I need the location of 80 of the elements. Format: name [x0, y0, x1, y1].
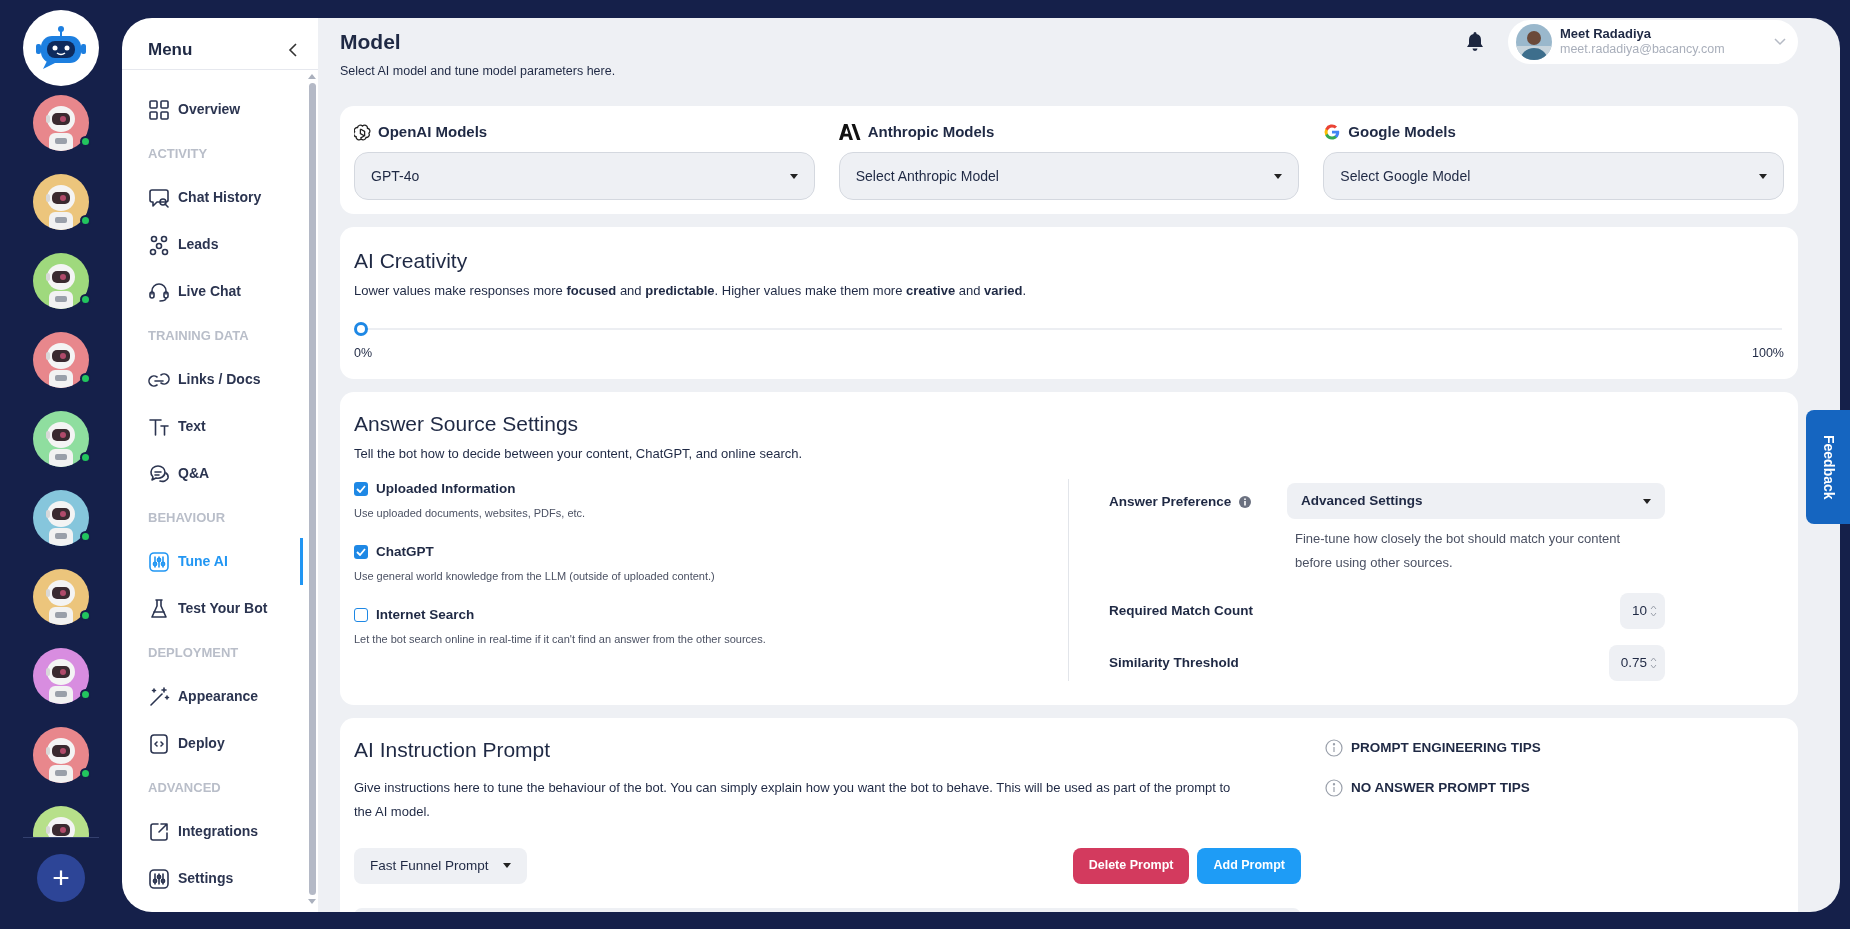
model-select[interactable]: GPT-4o: [354, 152, 815, 201]
user-name: Meet Radadiya: [1560, 27, 1653, 42]
number-field[interactable]: 10: [1619, 593, 1665, 630]
checkbox[interactable]: [354, 607, 368, 622]
menu-title: Menu: [148, 38, 193, 61]
delete-button[interactable]: Delete Prompt: [1072, 847, 1190, 884]
menu-section-heading: BEHAVIOUR: [147, 509, 227, 527]
provider-label: Anthropic Models: [867, 122, 995, 142]
section-description: Give instructions here to tune the behaviour of the bot. You can simply explain how you want the bot to behave. This will be used as part of the prompt to the AI model.: [354, 778, 1232, 821]
provider-label: OpenAI Models: [378, 122, 488, 142]
section-title: AI Creativity: [354, 248, 469, 275]
menu-section-heading: TRAINING DATA: [147, 327, 250, 345]
menu-item[interactable]: Settings: [122, 855, 303, 902]
user-email: meet.radadiya@bacancy.com: [1560, 41, 1726, 57]
section-title: AI Instruction Prompt: [354, 737, 552, 764]
menu-item[interactable]: Appearance: [122, 673, 303, 720]
notification-bell-icon[interactable]: [1466, 31, 1484, 51]
code-file-icon: [148, 732, 170, 755]
info-icon: [1325, 739, 1343, 758]
section-description: Lower values make responses more focused and predictable. Higher values make them more creative and varied.: [354, 281, 1028, 300]
menu-item[interactable]: Live Chat: [122, 268, 303, 315]
knot-icon: [354, 123, 371, 141]
help-text: Use uploaded documents, websites, PDFs, etc.: [354, 506, 587, 522]
slider-min-label: 0%: [354, 345, 373, 363]
headset-icon: [148, 280, 170, 303]
grid-icon: [148, 98, 170, 121]
menu-item[interactable]: Links / Docs: [122, 356, 303, 403]
feedback-tab[interactable]: Feedback: [1806, 410, 1850, 524]
menu-item[interactable]: Integrations: [122, 808, 303, 855]
section-description: Tell the bot how to decide between your content, ChatGPT, and online search.: [354, 444, 804, 463]
people-icon: [148, 233, 170, 256]
field-label: Answer Preference: [1109, 493, 1232, 511]
page-title: Model: [340, 29, 402, 55]
page-subtitle: Select AI model and tune model parameters here.: [340, 62, 616, 80]
checkbox-label: Uploaded Information: [376, 480, 516, 498]
prompt-select[interactable]: Fast Funnel Prompt: [354, 847, 527, 884]
field-label: Similarity Threshold: [1109, 653, 1240, 672]
menu-item[interactable]: Chat History: [122, 174, 303, 221]
number-field[interactable]: 0.75: [1608, 645, 1665, 682]
help-text: Let the bot search online in real-time if it can't find an answer from the other sources.: [354, 631, 767, 647]
menu-section-heading: DEPLOYMENT: [147, 644, 240, 662]
tips-link[interactable]: NO ANSWER PROMPT TIPS: [1325, 768, 1541, 809]
sliders-icon: [148, 550, 170, 573]
tips-link[interactable]: PROMPT ENGINEERING TIPS: [1325, 728, 1541, 769]
menu-item[interactable]: Q&A: [122, 450, 303, 497]
checkbox-label: ChatGPT: [376, 542, 434, 561]
flask-icon: [148, 597, 170, 620]
menu-item[interactable]: Leads: [122, 221, 303, 268]
scrollbar-thumb[interactable]: [308, 83, 316, 895]
help-text: Use general world knowledge from the LLM (outside of uploaded content.): [354, 569, 716, 584]
checkbox[interactable]: [354, 544, 368, 559]
chevron-down-icon: [1774, 38, 1786, 46]
menu-item[interactable]: Test Your Bot: [122, 585, 303, 632]
chat-bubble-icon: [148, 186, 170, 209]
sliders-icon: [148, 867, 170, 890]
menu-item[interactable]: Deploy: [122, 720, 303, 767]
info-icon: [1325, 779, 1343, 798]
menu-item[interactable]: Text: [122, 403, 303, 450]
section-title: Answer Source Settings: [354, 411, 580, 437]
help-text: Fine-tune how closely the bot should match your content before using other sources.: [1295, 530, 1622, 573]
magic-wand-icon: [148, 685, 170, 708]
user-menu[interactable]: Meet Radadiya meet.radadiya@bacancy.com: [1508, 20, 1798, 64]
field-label: Required Match Count: [1109, 601, 1254, 620]
colored-ring-icon: [1323, 123, 1342, 142]
speech-bubbles-icon: [148, 462, 170, 485]
provider-label: Google Models: [1348, 122, 1456, 142]
menu-section-heading: ADVANCED: [147, 779, 222, 797]
info-icon[interactable]: [1239, 496, 1252, 509]
checkbox-label: Internet Search: [376, 605, 475, 624]
slider-max-label: 100%: [1752, 345, 1784, 363]
menu-item[interactable]: Overview: [122, 86, 303, 133]
menu-section-heading: ACTIVITY: [147, 145, 209, 163]
model-select[interactable]: Select Google Model: [1323, 152, 1784, 201]
answer-preference-select[interactable]: Advanced Settings: [1287, 483, 1665, 519]
add-bot-button[interactable]: +: [37, 854, 85, 902]
checkbox[interactable]: [354, 482, 368, 497]
external-link-icon: [148, 820, 170, 843]
model-select[interactable]: Select Anthropic Model: [838, 152, 1300, 201]
slider-thumb[interactable]: [354, 322, 368, 337]
slanted-strokes-icon: [838, 124, 861, 141]
